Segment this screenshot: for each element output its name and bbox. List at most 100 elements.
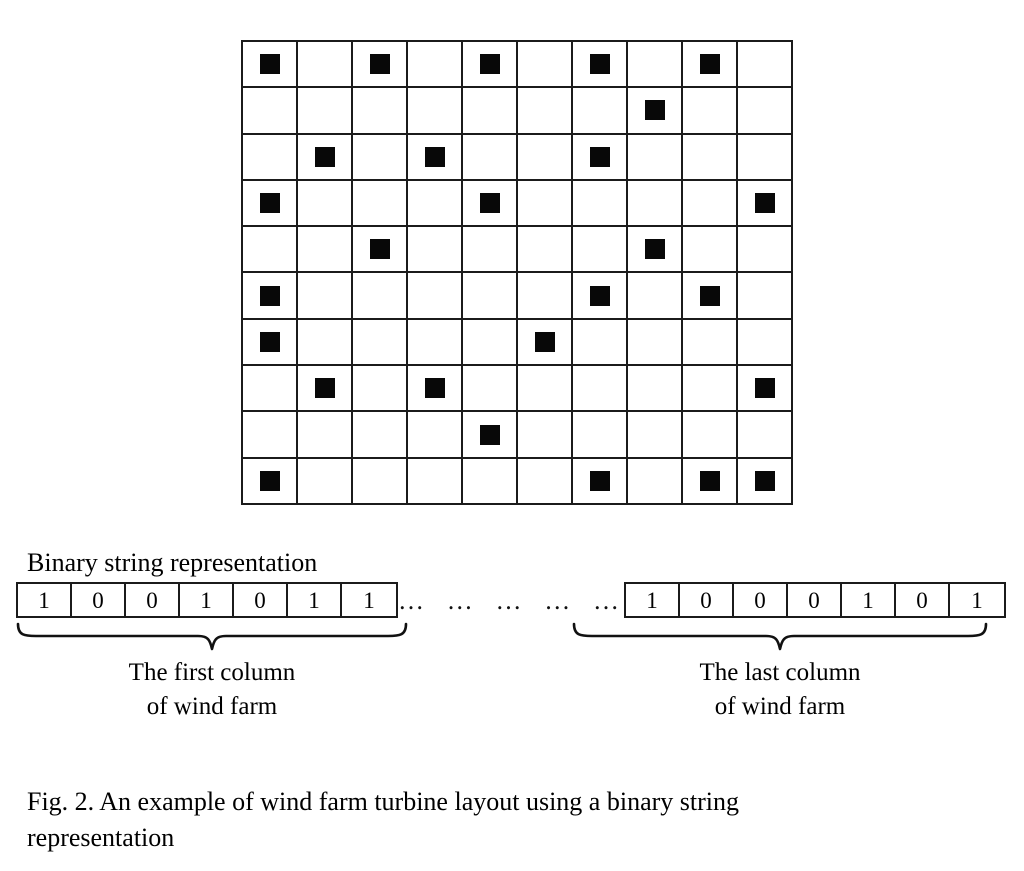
turbine-marker-icon bbox=[754, 193, 775, 214]
farm-cell bbox=[518, 42, 573, 89]
turbine-marker-icon bbox=[699, 54, 720, 75]
farm-cell bbox=[298, 134, 353, 181]
turbine-marker-icon bbox=[259, 331, 280, 352]
farm-cell bbox=[243, 42, 298, 89]
farm-cell bbox=[353, 319, 408, 367]
farm-cell bbox=[243, 458, 298, 505]
farm-cell bbox=[628, 227, 683, 274]
last-column-brace-label: The last column of wind farm bbox=[570, 656, 990, 724]
turbine-marker-icon bbox=[534, 331, 555, 352]
figure-caption-line2: representation bbox=[27, 823, 175, 852]
farm-cell bbox=[573, 227, 628, 274]
turbine-marker-icon bbox=[479, 54, 500, 75]
farm-cell bbox=[573, 458, 628, 505]
farm-cell bbox=[463, 227, 518, 274]
turbine-marker-icon bbox=[699, 470, 720, 491]
farm-cell bbox=[683, 227, 738, 274]
first-column-brace-label: The first column of wind farm bbox=[14, 656, 410, 724]
farm-cell bbox=[243, 319, 298, 367]
turbine-marker-icon bbox=[589, 146, 610, 167]
farm-cell bbox=[353, 88, 408, 135]
farm-cell bbox=[738, 42, 793, 89]
farm-cell bbox=[738, 227, 793, 274]
bit-cell: 0 bbox=[680, 584, 734, 616]
turbine-marker-icon bbox=[314, 146, 335, 167]
farm-cell bbox=[298, 412, 353, 459]
farm-cell bbox=[738, 88, 793, 135]
farm-cell bbox=[683, 458, 738, 505]
turbine-marker-icon bbox=[589, 285, 610, 306]
turbine-marker-icon bbox=[479, 424, 500, 445]
bit-cell: 1 bbox=[626, 584, 680, 616]
farm-cell bbox=[463, 458, 518, 505]
ellipsis: … bbox=[495, 586, 523, 615]
last-column-brace-label-line1: The last column bbox=[699, 659, 861, 686]
farm-cell bbox=[738, 319, 793, 367]
bit-cell: 1 bbox=[180, 584, 234, 616]
bit-cell: 0 bbox=[734, 584, 788, 616]
bit-cell: 0 bbox=[896, 584, 950, 616]
farm-cell bbox=[298, 273, 353, 320]
farm-cell bbox=[738, 412, 793, 459]
farm-cell bbox=[518, 227, 573, 274]
farm-cell bbox=[518, 319, 573, 367]
last-column-brace bbox=[570, 622, 990, 652]
farm-cell bbox=[683, 134, 738, 181]
wind-farm-grid bbox=[241, 40, 793, 505]
binary-string-heading: Binary string representation bbox=[27, 548, 318, 577]
farm-cell bbox=[628, 88, 683, 135]
farm-cell bbox=[573, 134, 628, 181]
farm-cell bbox=[353, 42, 408, 89]
farm-cell bbox=[408, 319, 463, 367]
turbine-marker-icon bbox=[424, 378, 445, 399]
farm-cell bbox=[243, 227, 298, 274]
bit-cell: 0 bbox=[72, 584, 126, 616]
farm-cell bbox=[243, 366, 298, 413]
turbine-marker-icon bbox=[699, 285, 720, 306]
figure-caption: Fig. 2. An example of wind farm turbine … bbox=[27, 784, 995, 856]
farm-cell bbox=[518, 273, 573, 320]
farm-cell bbox=[683, 180, 738, 228]
farm-cell bbox=[408, 88, 463, 135]
farm-cell bbox=[463, 42, 518, 89]
farm-cell bbox=[738, 134, 793, 181]
ellipsis-gap: …………… bbox=[398, 584, 620, 618]
farm-cell bbox=[738, 273, 793, 320]
farm-cell bbox=[738, 458, 793, 505]
turbine-marker-icon bbox=[259, 193, 280, 214]
farm-cell bbox=[683, 273, 738, 320]
ellipsis: … bbox=[544, 586, 572, 615]
bit-cell: 0 bbox=[788, 584, 842, 616]
farm-cell bbox=[408, 134, 463, 181]
farm-cell bbox=[573, 412, 628, 459]
farm-cell bbox=[408, 458, 463, 505]
farm-cell bbox=[738, 180, 793, 228]
farm-cell bbox=[683, 366, 738, 413]
farm-cell bbox=[353, 180, 408, 228]
farm-cell bbox=[463, 366, 518, 413]
turbine-marker-icon bbox=[589, 470, 610, 491]
farm-cell bbox=[628, 458, 683, 505]
farm-cell bbox=[628, 319, 683, 367]
farm-cell bbox=[573, 42, 628, 89]
farm-cell bbox=[408, 273, 463, 320]
farm-cell bbox=[628, 180, 683, 228]
figure-caption-line1: Fig. 2. An example of wind farm turbine … bbox=[27, 787, 739, 816]
farm-cell bbox=[408, 42, 463, 89]
first-column-bit-strip: 1001011 bbox=[16, 582, 398, 618]
farm-cell bbox=[628, 273, 683, 320]
farm-cell bbox=[518, 458, 573, 505]
farm-cell bbox=[573, 88, 628, 135]
ellipsis: … bbox=[398, 586, 425, 615]
farm-cell bbox=[243, 88, 298, 135]
turbine-marker-icon bbox=[369, 54, 390, 75]
farm-cell bbox=[243, 134, 298, 181]
farm-cell bbox=[463, 88, 518, 135]
bit-cell: 1 bbox=[842, 584, 896, 616]
farm-cell bbox=[243, 180, 298, 228]
bit-cell: 0 bbox=[126, 584, 180, 616]
turbine-marker-icon bbox=[644, 239, 665, 260]
farm-cell bbox=[518, 366, 573, 413]
farm-cell bbox=[573, 273, 628, 320]
farm-cell bbox=[353, 227, 408, 274]
